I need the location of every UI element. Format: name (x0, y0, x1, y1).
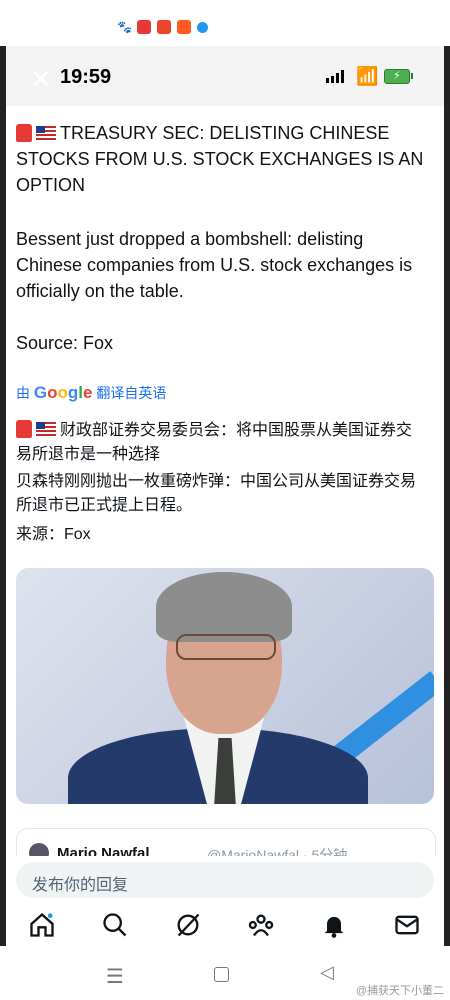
title-line-1: TREASURY SEC: DELISTING CHINESE (60, 123, 390, 143)
watermark: @捕获天下小董二 (355, 985, 444, 997)
bell-icon[interactable] (320, 911, 350, 941)
home-icon[interactable] (28, 911, 58, 941)
translate-prefix: 由 (16, 385, 30, 401)
back-triangle-icon[interactable]: ◁ (320, 962, 334, 983)
translated-body: 贝森特刚刚抛出一枚重磅炸弹：中国公司从美国证券交易 所退市已正式提上日程。 (6, 470, 426, 518)
menu-icon[interactable]: ☰ (106, 964, 124, 989)
post-body: Bessent just dropped a bombshell: delist… (6, 226, 422, 304)
battery-icon: ⚡ (384, 69, 413, 84)
post-title: TREASURY SEC: DELISTING CHINESE STOCKS F… (6, 120, 433, 198)
bottom-tab-bar (6, 906, 444, 946)
netease-icon (137, 20, 151, 34)
google-logo: Google (33, 383, 93, 402)
quoted-post-card[interactable]: Mario Nawfal @MarioNawfal · 5分钟 (16, 828, 436, 856)
post-photo[interactable] (16, 568, 434, 804)
blue-app-icon (197, 21, 208, 33)
body-line-1: Bessent just dropped a bombshell: delist… (16, 229, 364, 249)
zh-title-line-1: 财政部证券交易委员会：将中国股票从美国证券交 (60, 422, 413, 439)
system-notification-strip: 🐾 (0, 0, 450, 46)
post-content: TREASURY SEC: DELISTING CHINESE STOCKS F… (6, 106, 444, 856)
siren-emoji-icon (16, 124, 32, 142)
quote-author-meta: @MarioNawfal · 5分钟 (207, 847, 348, 856)
translate-link[interactable]: 由 Google 翻译自英语 (16, 383, 166, 403)
person-glasses (176, 634, 276, 660)
person-hair (156, 572, 292, 642)
siren-emoji-icon (16, 420, 32, 438)
reply-placeholder: 发布你的回复 (32, 877, 129, 894)
signal-icon (326, 70, 344, 83)
grok-icon[interactable] (174, 911, 204, 941)
reply-bar: 发布你的回复 (6, 856, 444, 906)
home-square-icon[interactable] (214, 967, 229, 982)
avatar (29, 843, 49, 856)
zh-body-line-1: 贝森特刚刚抛出一枚重磅炸弹：中国公司从美国证券交易 (16, 473, 417, 490)
title-line-3: OPTION (16, 175, 86, 195)
notification-icons: 🐾 (117, 20, 208, 34)
translated-source: 来源：Fox (16, 526, 91, 543)
status-bar: ✕ 19:59 📶 ⚡ (6, 46, 444, 106)
zh-title-line-2: 易所退市是一种选择 (16, 446, 161, 463)
zh-body-line-2: 所退市已正式提上日程。 (16, 497, 193, 514)
close-icon[interactable]: ✕ (30, 66, 52, 92)
translated-title: 财政部证券交易委员会：将中国股票从美国证券交 易所退市是一种选择 (6, 419, 422, 467)
status-time: 19:59 (60, 66, 112, 88)
video-play-icon (177, 20, 191, 34)
body-line-2: Chinese companies from U.S. stock exchan… (16, 255, 413, 275)
system-nav-bar: ☰ ◁ @捕获天下小董二 (0, 946, 450, 1000)
us-flag-icon (36, 422, 56, 436)
search-icon[interactable] (101, 911, 131, 941)
title-line-2: STOCKS FROM U.S. STOCK EXCHANGES IS AN (16, 149, 424, 169)
body-line-3: officially on the table. (16, 281, 184, 301)
us-flag-icon (36, 126, 56, 140)
communities-icon[interactable] (247, 911, 277, 941)
frame-right-border (444, 46, 450, 946)
baidu-paw-icon: 🐾 (117, 20, 132, 34)
reply-input[interactable]: 发布你的回复 (16, 862, 434, 898)
translate-suffix: 翻译自英语 (96, 385, 167, 401)
wifi-icon: 📶 (356, 66, 379, 86)
app-grid-icon (157, 20, 171, 34)
quote-author-name: Mario Nawfal (57, 845, 150, 856)
post-source: Source: Fox (16, 333, 114, 353)
mail-icon[interactable] (393, 911, 423, 941)
